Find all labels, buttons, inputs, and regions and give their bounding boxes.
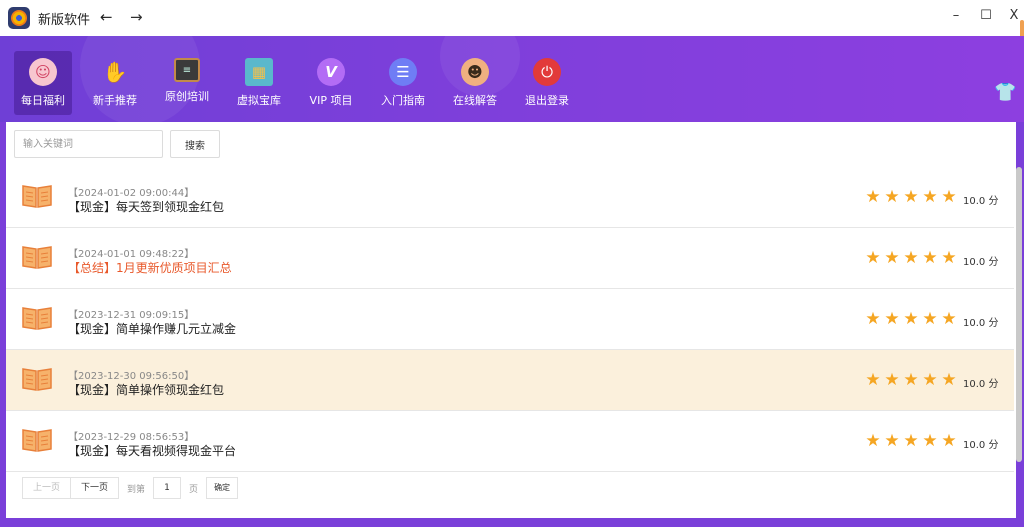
book-icon bbox=[22, 185, 52, 208]
nav-item-label: 原创培训 bbox=[165, 90, 209, 103]
star-icon: ★ bbox=[884, 187, 900, 207]
lucky-cat-icon: ☺ bbox=[29, 58, 57, 86]
nav-item-label: 入门指南 bbox=[381, 94, 425, 107]
article-list: 【2024-01-02 09:00:44】 【现金】每天签到领现金红包 ★ ★ ★ ★… bbox=[6, 167, 1014, 472]
nav-item-label: 退出登录 bbox=[525, 94, 569, 107]
star-icon: ★ bbox=[884, 248, 900, 268]
nav-item-vip-projects[interactable]: V VIP 项目 bbox=[302, 51, 360, 115]
nav-item-logout[interactable]: ⏻ 退出登录 bbox=[518, 51, 576, 115]
star-icon: ★ bbox=[941, 309, 957, 329]
star-icon: ★ bbox=[903, 370, 919, 390]
item-score: 10.0 分 bbox=[963, 379, 999, 390]
star-icon: ★ bbox=[941, 187, 957, 207]
app-title: 新版软件 bbox=[38, 13, 91, 28]
thumbs-up-icon: ✋ bbox=[102, 60, 128, 84]
nav-item-newbie-recommend[interactable]: ✋ 新手推荐 bbox=[86, 51, 144, 115]
star-icon: ★ bbox=[884, 431, 900, 451]
nav-item-label: 虚拟宝库 bbox=[237, 94, 281, 107]
star-icon: ★ bbox=[884, 309, 900, 329]
list-item[interactable]: 【2023-12-31 09:09:15】 【现金】简单操作赚几元立减金 ★ ★ ★… bbox=[6, 289, 1014, 350]
power-icon: ⏻ bbox=[533, 58, 561, 86]
item-score: 10.0 分 bbox=[963, 257, 999, 268]
star-rating: ★ ★ ★ ★ ★ bbox=[864, 189, 958, 206]
tshirt-skin-icon[interactable]: 👕 bbox=[994, 82, 1016, 103]
page-unit-label: 页 bbox=[189, 484, 199, 495]
star-icon: ★ bbox=[922, 309, 938, 329]
item-date: 【2023-12-30 09:56:50】 bbox=[68, 371, 195, 382]
list-item[interactable]: 【2024-01-01 09:48:22】 【总结】1月更新优质项目汇总 ★ ★ ★… bbox=[6, 228, 1014, 289]
star-icon: ★ bbox=[922, 431, 938, 451]
star-icon: ★ bbox=[865, 248, 881, 268]
item-title[interactable]: 【现金】每天签到领现金红包 bbox=[68, 198, 224, 215]
main-nav-bar: ☺ 每日福利 ✋ 新手推荐 ≡ 原创培训 ▦ 虚拟宝库 V VIP 项目 ☰ 入… bbox=[0, 6, 1024, 126]
item-title[interactable]: 【现金】简单操作赚几元立减金 bbox=[68, 320, 236, 337]
next-page-button[interactable]: 下一页 bbox=[71, 477, 120, 499]
vip-icon: V bbox=[317, 58, 345, 86]
nav-item-beginner-guide[interactable]: ☰ 入门指南 bbox=[374, 51, 432, 115]
star-icon: ★ bbox=[865, 431, 881, 451]
list-item[interactable]: 【2024-01-02 09:00:44】 【现金】每天签到领现金红包 ★ ★ ★ ★… bbox=[6, 167, 1014, 228]
search-button[interactable]: 搜索 bbox=[170, 130, 220, 158]
star-icon: ★ bbox=[903, 187, 919, 207]
star-icon: ★ bbox=[922, 370, 938, 390]
star-icon: ★ bbox=[865, 309, 881, 329]
item-date: 【2024-01-02 09:00:44】 bbox=[68, 188, 195, 199]
list-item[interactable]: 【2023-12-29 08:56:53】 【现金】每天看视频得现金平台 ★ ★ ★… bbox=[6, 411, 1014, 472]
blackboard-icon: ≡ bbox=[174, 58, 200, 82]
book-icon bbox=[22, 368, 52, 391]
nav-item-label: 在线解答 bbox=[453, 94, 497, 107]
item-score: 10.0 分 bbox=[963, 440, 999, 451]
prev-page-button[interactable]: 上一页 bbox=[22, 477, 72, 499]
nav-item-label: 新手推荐 bbox=[93, 94, 137, 107]
confirm-page-button[interactable]: 确定 bbox=[206, 477, 239, 499]
book-icon bbox=[22, 307, 52, 330]
star-icon: ★ bbox=[941, 431, 957, 451]
star-icon: ★ bbox=[903, 248, 919, 268]
item-score: 10.0 分 bbox=[963, 318, 999, 329]
item-date: 【2024-01-01 09:48:22】 bbox=[68, 249, 195, 260]
nav-item-daily-welfare[interactable]: ☺ 每日福利 bbox=[14, 51, 72, 115]
app-logo-icon bbox=[8, 7, 30, 29]
book-icon bbox=[22, 246, 52, 269]
star-rating: ★ ★ ★ ★ ★ bbox=[864, 311, 958, 328]
star-icon: ★ bbox=[922, 248, 938, 268]
item-date: 【2023-12-29 08:56:53】 bbox=[68, 432, 195, 443]
star-icon: ★ bbox=[865, 370, 881, 390]
nav-item-original-training[interactable]: ≡ 原创培训 bbox=[158, 51, 216, 115]
star-rating: ★ ★ ★ ★ ★ bbox=[864, 433, 958, 450]
item-score: 10.0 分 bbox=[963, 196, 999, 207]
customer-service-icon: ☻ bbox=[461, 58, 489, 86]
nav-item-label: 每日福利 bbox=[21, 94, 65, 107]
item-title[interactable]: 【现金】每天看视频得现金平台 bbox=[68, 442, 236, 459]
nav-item-virtual-vault[interactable]: ▦ 虚拟宝库 bbox=[230, 51, 288, 115]
star-icon: ★ bbox=[903, 309, 919, 329]
warehouse-icon: ▦ bbox=[245, 58, 273, 86]
nav-item-label: VIP 项目 bbox=[309, 94, 353, 107]
content-panel: 搜索 【2024-01-02 09:00:44】 【现金】每天签到领现金红包 ★… bbox=[6, 122, 1016, 518]
search-input[interactable] bbox=[14, 130, 163, 158]
item-title[interactable]: 【总结】1月更新优质项目汇总 bbox=[68, 259, 232, 276]
star-icon: ★ bbox=[865, 187, 881, 207]
item-date: 【2023-12-31 09:09:15】 bbox=[68, 310, 195, 321]
document-icon: ☰ bbox=[389, 58, 417, 86]
item-title[interactable]: 【现金】简单操作领现金红包 bbox=[68, 381, 224, 398]
maximize-button[interactable]: ☐ bbox=[978, 8, 994, 23]
star-icon: ★ bbox=[941, 248, 957, 268]
scrollbar[interactable] bbox=[1016, 167, 1022, 462]
book-icon bbox=[22, 429, 52, 452]
list-item[interactable]: 【2023-12-30 09:56:50】 【现金】简单操作领现金红包 ★ ★ ★ ★… bbox=[6, 350, 1014, 411]
star-rating: ★ ★ ★ ★ ★ bbox=[864, 372, 958, 389]
pagination: 上一页 下一页 到第 页 确定 bbox=[22, 477, 239, 499]
star-rating: ★ ★ ★ ★ ★ bbox=[864, 250, 958, 267]
nav-item-online-answers[interactable]: ☻ 在线解答 bbox=[446, 51, 504, 115]
page-number-input[interactable] bbox=[153, 477, 182, 499]
minimize-button[interactable]: – bbox=[948, 8, 964, 23]
star-icon: ★ bbox=[884, 370, 900, 390]
goto-label: 到第 bbox=[127, 484, 146, 495]
star-icon: ★ bbox=[941, 370, 957, 390]
star-icon: ★ bbox=[903, 431, 919, 451]
star-icon: ★ bbox=[922, 187, 938, 207]
